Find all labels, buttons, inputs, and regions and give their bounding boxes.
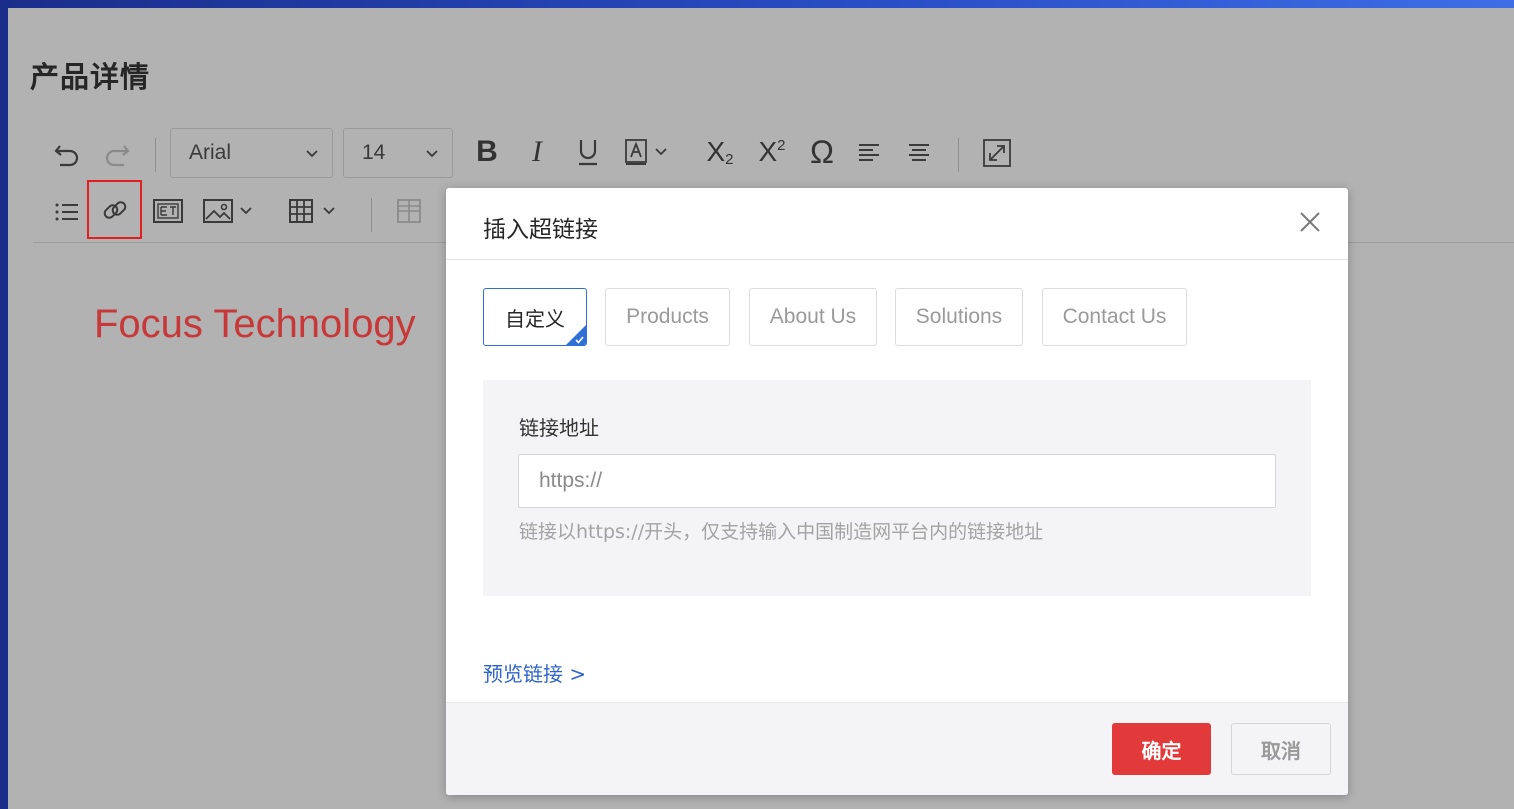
tab-solutions[interactable]: Solutions [895,288,1023,346]
tab-label: Solutions [915,305,1003,328]
text-box-icon[interactable] [151,195,185,227]
redo-icon[interactable] [100,136,134,170]
tab-label: Contact Us [1062,305,1167,328]
dialog-footer: 确定 取消 [446,702,1348,795]
align-center-icon[interactable] [904,138,934,168]
chevron-down-icon [426,150,438,158]
font-size-value: 14 [362,141,386,164]
link-url-input[interactable] [518,454,1276,508]
close-icon[interactable] [1298,210,1322,234]
bold-icon[interactable]: B [472,134,502,170]
confirm-button[interactable]: 确定 [1112,723,1211,775]
tab-label: About Us [769,305,857,328]
insert-link-dialog: 插入超链接 自定义 Products About Us Solutions Co… [446,188,1348,795]
undo-icon[interactable] [50,136,84,170]
fullscreen-icon[interactable] [980,136,1014,170]
preview-link[interactable]: 预览链接 > [483,658,586,687]
subscript-icon[interactable]: X2 [700,134,740,170]
tab-contact-us[interactable]: Contact Us [1042,288,1187,346]
link-hint-text: 链接以https://开头，仅支持输入中国制造网平台内的链接地址 [519,521,1044,543]
align-left-icon[interactable] [854,138,884,168]
cancel-button[interactable]: 取消 [1231,723,1331,775]
tab-custom[interactable]: 自定义 [483,288,587,346]
check-icon [575,336,584,344]
toolbar-divider [155,138,156,172]
dialog-header-divider [446,259,1348,260]
font-family-select[interactable]: Arial [170,128,333,178]
table-cell-icon[interactable] [394,195,424,227]
italic-icon[interactable]: I [522,134,552,170]
dialog-title: 插入超链接 [483,217,598,243]
tab-label: 自定义 [505,306,565,331]
list-icon[interactable] [51,196,83,228]
tab-products[interactable]: Products [605,288,730,346]
image-icon[interactable] [201,195,259,227]
chevron-down-icon [306,150,318,158]
link-icon[interactable] [100,195,130,225]
link-address-label: 链接地址 [519,416,599,440]
page-title: 产品详情 [30,60,151,94]
link-address-panel: 链接地址 链接以https://开头，仅支持输入中国制造网平台内的链接地址 [483,380,1311,596]
font-size-select[interactable]: 14 [343,128,453,178]
superscript-icon[interactable]: X2 [752,134,792,170]
tab-about-us[interactable]: About Us [749,288,877,346]
tab-label: Products [626,305,709,328]
toolbar-divider [958,138,959,172]
table-icon[interactable] [286,195,344,227]
special-char-icon[interactable]: Ω [804,134,840,170]
underline-icon[interactable] [572,134,604,170]
font-family-value: Arial [189,141,232,164]
font-color-icon[interactable] [620,134,674,170]
toolbar-divider [371,198,372,232]
editor-content[interactable]: Focus Technology [94,302,416,347]
